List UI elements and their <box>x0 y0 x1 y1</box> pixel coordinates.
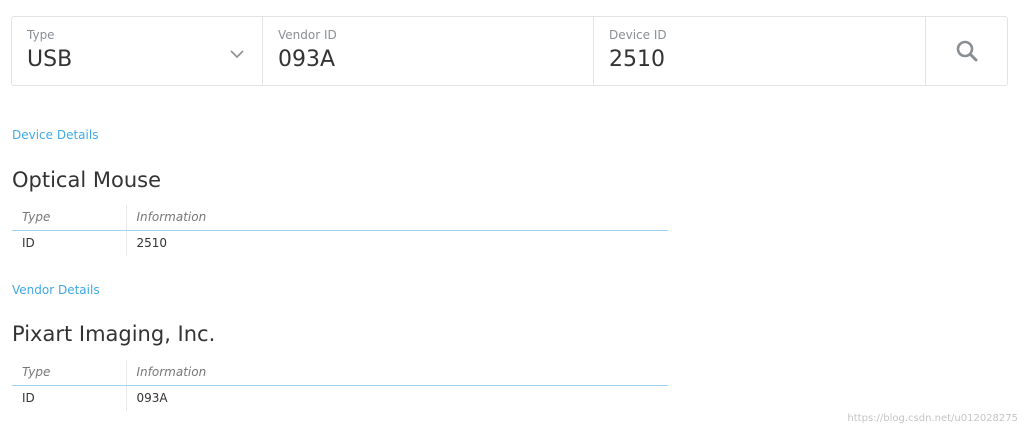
vendor-id-label: Vendor ID <box>278 28 337 42</box>
vendor-title: Pixart Imaging, Inc. <box>12 322 216 346</box>
vendor-details-link[interactable]: Vendor Details <box>12 283 100 297</box>
column-header-information: Information <box>126 360 668 386</box>
search-icon <box>956 40 977 62</box>
column-header-type: Type <box>12 360 127 386</box>
device-id-field[interactable]: Device ID 2510 <box>594 17 926 85</box>
table-header-row: Type Information <box>12 360 668 386</box>
search-button[interactable] <box>926 17 1007 85</box>
chevron-down-icon[interactable] <box>230 49 244 59</box>
column-header-information: Information <box>126 205 668 231</box>
row-info-cell: 093A <box>136 391 168 406</box>
device-id-value[interactable]: 2510 <box>609 47 925 73</box>
row-info-cell: 2510 <box>136 236 168 251</box>
type-select[interactable]: Type USB <box>12 17 263 85</box>
device-details-link[interactable]: Device Details <box>12 128 98 142</box>
column-header-type: Type <box>12 205 127 231</box>
device-id-label: Device ID <box>609 28 667 42</box>
vendor-id-field[interactable]: Vendor ID 093A <box>263 17 594 85</box>
search-bar: Type USB Vendor ID 093A Device ID 2510 <box>11 16 1008 86</box>
device-details-table: Type Information ID 2510 <box>12 205 668 256</box>
vendor-details-table: Type Information ID 093A <box>12 360 668 411</box>
table-header-row: Type Information <box>12 205 668 231</box>
table-row: ID 093A <box>12 385 668 411</box>
type-value[interactable]: USB <box>27 47 262 73</box>
row-type-cell: ID <box>12 230 127 256</box>
type-label: Type <box>27 28 55 42</box>
vendor-id-value[interactable]: 093A <box>278 47 593 73</box>
watermark: https://blog.csdn.net/u012028275 <box>847 413 1018 424</box>
table-row: ID 2510 <box>12 230 668 256</box>
device-title: Optical Mouse <box>12 168 161 192</box>
row-type-cell: ID <box>12 385 127 411</box>
